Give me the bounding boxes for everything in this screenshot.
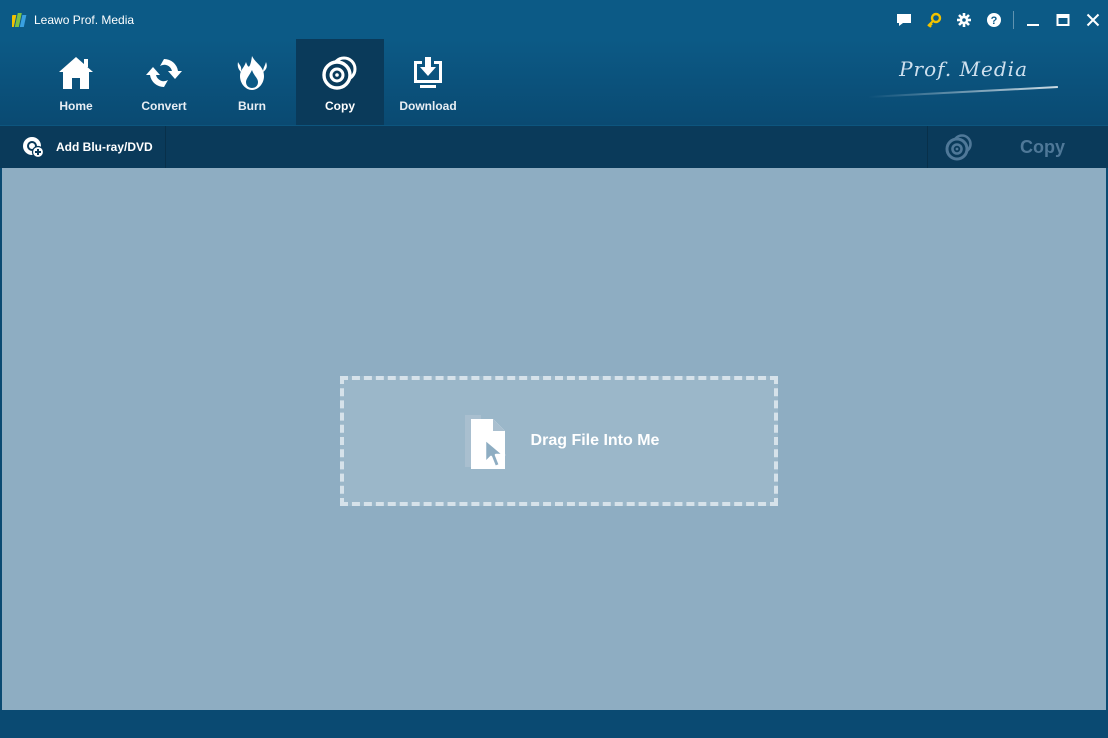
feedback-button[interactable] [889, 0, 919, 40]
tab-home[interactable]: Home [32, 39, 120, 125]
nav-tabs: Home Convert Burn Copy Download [32, 39, 472, 125]
settings-button[interactable] [949, 0, 979, 40]
content-area: Drag File Into Me [2, 168, 1106, 710]
drop-zone-label: Drag File Into Me [530, 432, 660, 449]
feedback-icon [897, 14, 911, 26]
toolbar: Add Blu-ray/DVD Copy [0, 125, 1108, 168]
app-title: Leawo Prof. Media [34, 13, 135, 27]
tab-copy[interactable]: Copy [296, 39, 384, 125]
add-disc-icon [23, 137, 44, 158]
gear-icon [957, 13, 971, 27]
app-logo-icon [12, 13, 27, 27]
home-icon [59, 57, 93, 89]
copy-disc-icon [945, 134, 972, 161]
tab-home-label: Home [59, 99, 93, 113]
maximize-icon [1056, 14, 1070, 26]
maximize-button[interactable] [1048, 0, 1078, 40]
burn-icon [237, 56, 267, 90]
app-window: Leawo Prof. Media ? Home Convert Burn Co… [0, 0, 1108, 738]
title-bar: Leawo Prof. Media ? [0, 0, 1108, 40]
copy-button[interactable]: Copy [927, 126, 1108, 168]
convert-icon [146, 58, 182, 88]
title-controls-divider [1013, 11, 1014, 29]
tab-download[interactable]: Download [384, 39, 472, 125]
tab-burn-label: Burn [238, 99, 266, 113]
drag-file-icon [464, 415, 505, 469]
svg-text:?: ? [991, 15, 998, 27]
status-bar [0, 710, 1108, 738]
brand-logo: Prof. Media [868, 57, 1068, 107]
add-blu-ray-dvd-button[interactable]: Add Blu-ray/DVD [0, 126, 166, 168]
key-icon [927, 12, 942, 28]
tab-burn[interactable]: Burn [208, 39, 296, 125]
help-button[interactable]: ? [979, 0, 1009, 40]
minimize-button[interactable] [1018, 0, 1048, 40]
tab-convert[interactable]: Convert [120, 39, 208, 125]
drop-zone[interactable]: Drag File Into Me [340, 376, 778, 506]
close-icon [1086, 13, 1100, 27]
title-controls: ? [889, 0, 1108, 40]
tab-copy-label: Copy [325, 99, 355, 113]
tab-download-label: Download [399, 99, 457, 113]
tab-convert-label: Convert [141, 99, 187, 113]
help-icon: ? [987, 13, 1001, 27]
minimize-icon [1027, 24, 1039, 26]
brand-text: Prof. Media [899, 57, 1028, 81]
register-button[interactable] [919, 0, 949, 40]
add-blu-ray-dvd-label: Add Blu-ray/DVD [56, 140, 153, 154]
brand-swoosh [868, 86, 1058, 98]
main-nav: Home Convert Burn Copy Download Prof. Me… [0, 39, 1108, 125]
download-icon [414, 57, 442, 88]
copy-button-label: Copy [1020, 136, 1065, 157]
close-button[interactable] [1078, 0, 1108, 40]
copy-disc-icon [322, 56, 357, 90]
